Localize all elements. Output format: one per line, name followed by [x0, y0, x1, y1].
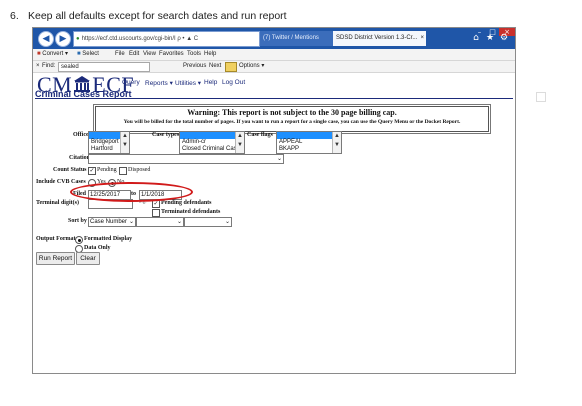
gear-icon[interactable]: ⚙: [499, 33, 509, 43]
warning-body: You will be billed for the total number …: [123, 119, 461, 125]
nav-reports[interactable]: Reports ▾: [145, 79, 173, 87]
tab-cmecf[interactable]: SDSD District Version 1.3-Cr... ×: [333, 31, 426, 46]
menu-view[interactable]: View: [143, 49, 156, 60]
warning-heading: Warning: This report is not subject to t…: [187, 108, 397, 117]
case-types-scrollbar[interactable]: ▲ ▼: [235, 132, 244, 153]
nav-help[interactable]: Help: [204, 79, 217, 86]
select-button[interactable]: ■ Select: [77, 49, 99, 60]
citation-select[interactable]: ⌄: [88, 154, 284, 164]
forward-arrow-icon[interactable]: ▶: [55, 31, 71, 47]
run-report-button[interactable]: Run Report: [36, 252, 75, 265]
formatted-display-radio[interactable]: [75, 236, 83, 244]
back-arrow-icon[interactable]: ◀: [38, 31, 54, 47]
tab-close-icon[interactable]: ×: [420, 31, 424, 46]
menu-help[interactable]: Help: [204, 49, 216, 60]
terminated-defendants-checkbox[interactable]: [152, 209, 160, 217]
browser-titlebar: ◀ ▶ ● https://ecf.ctd.uscourts.gov/cgi-bi…: [33, 28, 515, 49]
citation-label: Citation: [69, 155, 90, 161]
office-label: Office: [73, 132, 89, 138]
browser-window: ◀ ▶ ● https://ecf.ctd.uscourts.gov/cgi-bi…: [32, 27, 516, 374]
terminated-defendants-label: Terminated defendants: [161, 209, 221, 215]
convert-icon: ■: [37, 51, 41, 57]
data-only-label: Data Only: [84, 245, 111, 251]
select-icon: ■: [77, 51, 81, 57]
find-previous-button[interactable]: Previous: [183, 61, 206, 72]
sort-by-select[interactable]: Case Number ⌄: [88, 217, 136, 227]
find-label: Find:: [42, 63, 56, 69]
tab-twitter-label: (7) Twitter / Mentions: [263, 35, 319, 41]
pending-defendants-label: Pending defendants: [161, 200, 212, 206]
nav-logout[interactable]: Log Out: [222, 79, 245, 86]
sort-by-select-3[interactable]: ⌄: [184, 217, 232, 227]
menu-edit[interactable]: Edit: [129, 49, 139, 60]
terminal-digits-label: Terminal digit(s): [36, 200, 79, 206]
url-actions: ρ • ▲ C: [177, 36, 199, 42]
case-flags-label: Case flags: [247, 132, 273, 138]
header-rule: [35, 98, 513, 99]
formatted-display-label: Formatted Display: [84, 236, 133, 242]
highlight-oval: [70, 182, 193, 202]
sort-by-label: Sort by: [68, 218, 87, 224]
nav-utilities[interactable]: Utilities ▾: [175, 79, 201, 87]
billing-warning: Warning: This report is not subject to t…: [93, 104, 491, 134]
tab-twitter[interactable]: (7) Twitter / Mentions: [260, 31, 333, 46]
nav-query[interactable]: Query: [122, 79, 140, 86]
disposed-checkbox[interactable]: [119, 167, 127, 175]
address-bar[interactable]: ● https://ecf.ctd.uscourts.gov/cgi-bin/I …: [73, 31, 260, 47]
select-label: Select: [82, 51, 99, 57]
chevron-down-icon: ⌄: [224, 219, 230, 225]
pending-label: Pending: [97, 167, 117, 173]
output-format-label: Output Format: [36, 236, 76, 242]
clear-button[interactable]: Clear: [76, 252, 100, 265]
convert-label: Convert: [42, 51, 64, 57]
chevron-down-icon: ⌄: [176, 219, 182, 225]
disposed-label: Disposed: [128, 167, 151, 173]
tab-cmecf-label: SDSD District Version 1.3-Cr...: [336, 35, 418, 41]
include-cvb-label: Include CVB Cases: [36, 179, 86, 185]
find-close-icon[interactable]: ×: [36, 61, 40, 72]
office-scrollbar[interactable]: ▲ ▼: [120, 132, 129, 153]
case-types-label: Case types: [152, 132, 180, 138]
instruction-text: 6. Keep all defaults except for search da…: [10, 10, 287, 22]
office-listbox[interactable]: Bridgeport Hartford ▲ ▼: [88, 131, 130, 154]
find-next-button[interactable]: Next: [209, 61, 221, 72]
chevron-down-icon: ⌄: [276, 156, 282, 162]
home-icon[interactable]: ⌂: [471, 33, 481, 43]
star-icon[interactable]: ★: [485, 33, 495, 43]
lock-icon: ●: [76, 36, 80, 42]
side-marker: [536, 92, 546, 102]
instruction-body: Keep all defaults except for search date…: [28, 10, 287, 22]
menu-tools[interactable]: Tools: [187, 49, 201, 60]
url-text: https://ecf.ctd.uscourts.gov/cgi-bin/I: [81, 36, 176, 42]
sort-by-value: Case Number: [90, 219, 128, 225]
find-input[interactable]: sealed: [58, 62, 150, 72]
convert-button[interactable]: ■ Convert ▾: [37, 49, 68, 60]
count-status-label: Count Status: [53, 167, 87, 173]
case-flags-listbox[interactable]: APPEAL BKAPP ▲ ▼: [276, 131, 342, 154]
instruction-number: 6.: [10, 10, 19, 22]
menu-favorites[interactable]: Favorites: [159, 49, 184, 60]
case-types-listbox[interactable]: Admin-cr Closed Criminal Case ▲ ▼: [179, 131, 245, 154]
highlight-icon[interactable]: [225, 62, 237, 72]
case-flags-scrollbar[interactable]: ▲ ▼: [332, 132, 341, 153]
sort-by-select-2[interactable]: ⌄: [136, 217, 184, 227]
menu-file[interactable]: File: [115, 49, 125, 60]
pending-checkbox[interactable]: ✓: [88, 167, 96, 175]
command-bar: ■ Convert ▾ ■ Select File Edit View Favo…: [33, 49, 515, 61]
find-options-button[interactable]: Options ▾: [239, 61, 264, 72]
chevron-down-icon: ⌄: [128, 219, 134, 225]
